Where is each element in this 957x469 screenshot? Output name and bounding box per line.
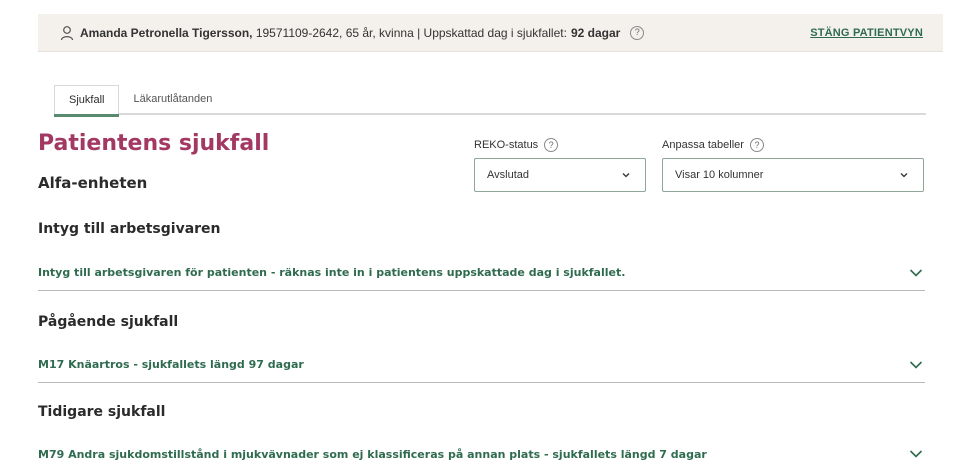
chevron-down-icon	[909, 449, 923, 459]
accordion-previous-sick-leave[interactable]: M79 Andra sjukdomstillstånd i mjukvävnad…	[38, 436, 925, 469]
accordion-label: Intyg till arbetsgivaren för patienten -…	[38, 266, 626, 279]
unit-name: Alfa-enheten	[38, 174, 148, 192]
help-icon[interactable]: ?	[749, 138, 764, 152]
accordion-label: M17 Knäartros - sjukfallets längd 97 dag…	[38, 358, 304, 371]
chevron-down-icon	[621, 170, 631, 180]
chevron-down-icon	[909, 268, 923, 278]
patient-name: Amanda Petronella Tigersson,	[80, 25, 253, 40]
help-icon[interactable]: ?	[544, 138, 559, 152]
page-title: Patientens sjukfall	[38, 131, 270, 156]
section-heading-ongoing-sick-leave: Pågående sjukfall	[38, 314, 179, 330]
tab-bar: Sjukfall Läkarutlåtanden	[54, 85, 926, 117]
reko-status-label: REKO-status ?	[474, 138, 559, 152]
section-heading-previous-sick-leave: Tidigare sjukfall	[38, 404, 166, 420]
accordion-ongoing-sick-leave[interactable]: M17 Knäartros - sjukfallets längd 97 dag…	[38, 347, 925, 383]
tab-sjukfall[interactable]: Sjukfall	[54, 85, 120, 117]
reko-status-label-text: REKO-status	[474, 139, 539, 151]
tab-lakarutlatanden[interactable]: Läkarutlåtanden	[119, 85, 226, 115]
estimated-sick-days: 92 dagar	[570, 25, 621, 40]
patient-details: 19571109-2642, 65 år, kvinna | Uppskatta…	[252, 25, 567, 40]
customize-tables-label-text: Anpassa tabeller	[662, 139, 744, 151]
section-heading-employer-certificate: Intyg till arbetsgivaren	[38, 221, 221, 237]
close-patient-view-link[interactable]: STÄNG PATIENTVYN	[810, 27, 923, 39]
customize-tables-label: Anpassa tabeller ?	[662, 138, 764, 152]
help-icon[interactable]: ?	[630, 25, 645, 40]
customize-tables-select[interactable]: Visar 10 kolumner	[662, 158, 924, 192]
customize-tables-value: Visar 10 kolumner	[675, 169, 764, 181]
reko-status-value: Avslutad	[487, 169, 529, 181]
accordion-label: M79 Andra sjukdomstillstånd i mjukvävnad…	[38, 447, 707, 461]
accordion-employer-certificate[interactable]: Intyg till arbetsgivaren för patienten -…	[38, 255, 925, 291]
patient-info-bar: Amanda Petronella Tigersson, 19571109-26…	[38, 14, 943, 52]
person-icon	[60, 25, 74, 41]
reko-status-select[interactable]: Avslutad	[474, 158, 646, 192]
chevron-down-icon	[909, 360, 923, 370]
chevron-down-icon	[899, 170, 909, 180]
